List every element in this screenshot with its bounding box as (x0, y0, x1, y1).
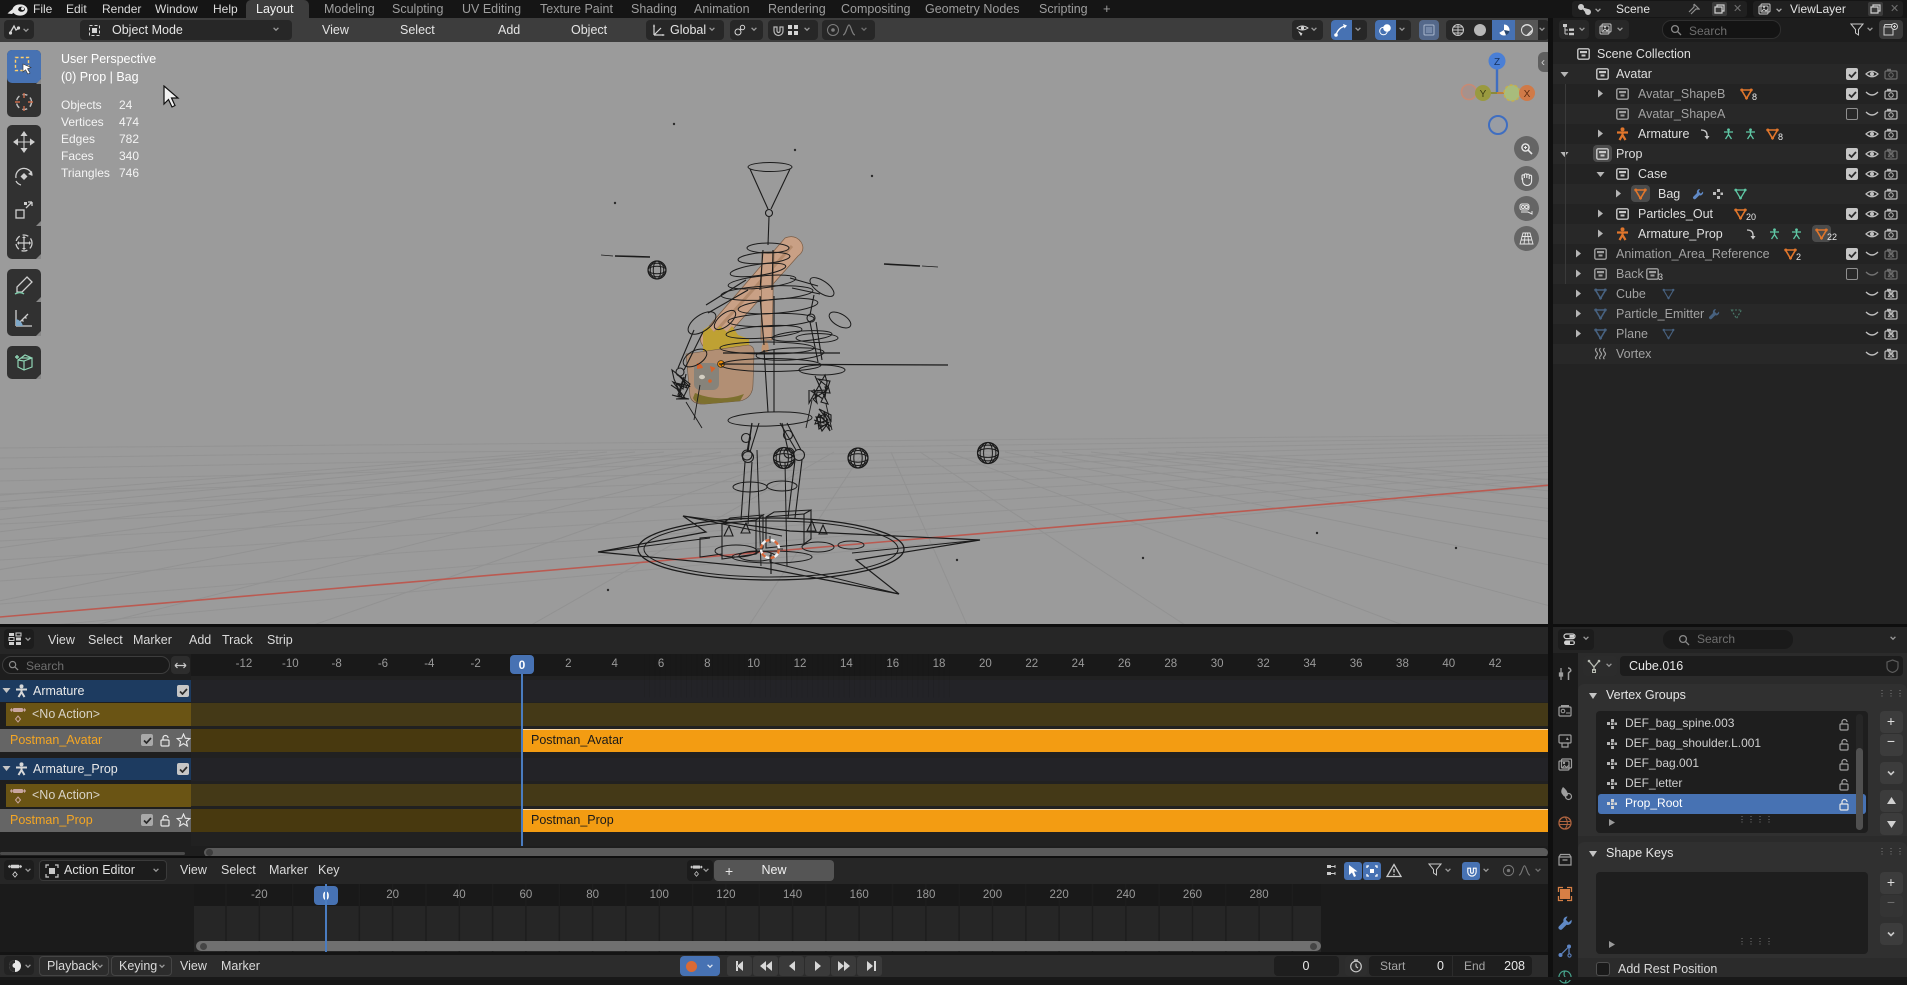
svg-text:Z: Z (1494, 57, 1500, 68)
svg-text:X: X (1524, 89, 1531, 100)
svg-text:Y: Y (1480, 89, 1487, 100)
